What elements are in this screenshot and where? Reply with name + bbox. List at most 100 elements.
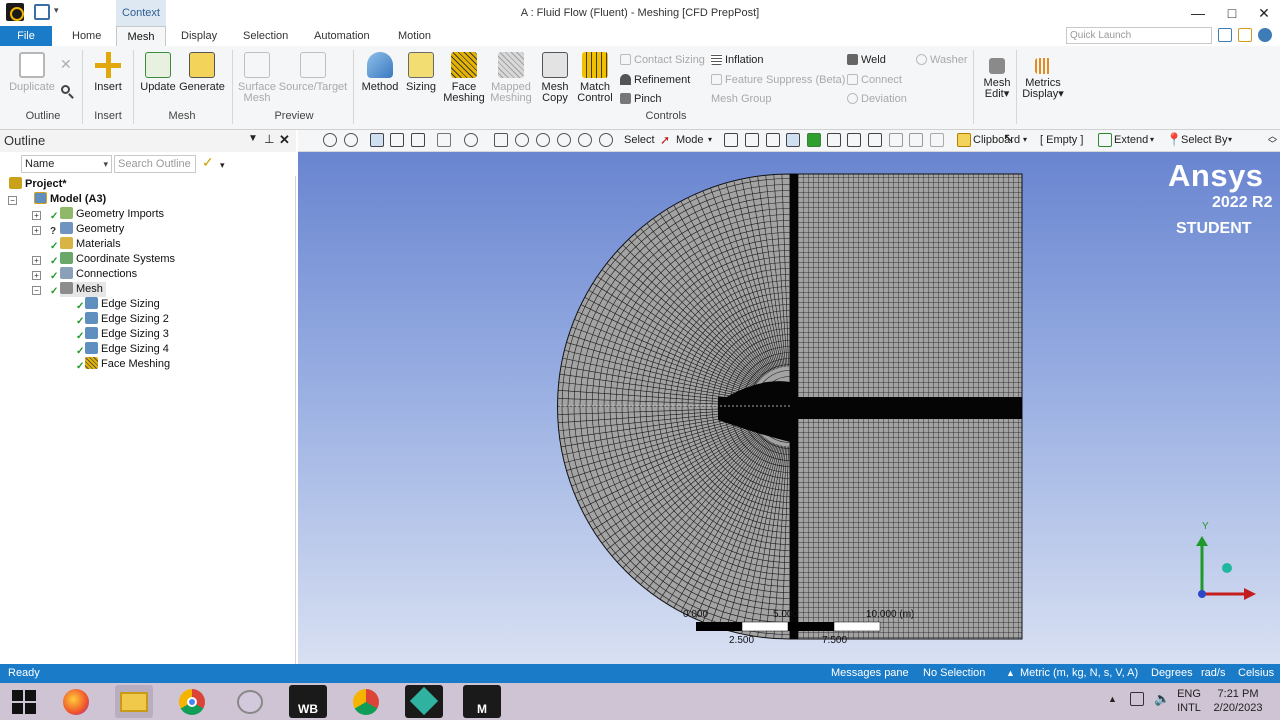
select-mesh-node-icon[interactable]: [807, 133, 821, 147]
extend-selection-icon[interactable]: [1098, 133, 1112, 147]
connect-button[interactable]: Connect: [847, 74, 902, 87]
help-icon[interactable]: [1258, 28, 1272, 42]
collapse-toggle[interactable]: −: [32, 286, 41, 295]
expand-toggle[interactable]: +: [32, 211, 41, 220]
messages-pane-button[interactable]: Messages pane: [831, 664, 909, 683]
tab-mesh[interactable]: Mesh: [116, 26, 166, 46]
zoom-to-fit-icon[interactable]: [557, 133, 571, 147]
tree-item-model[interactable]: Model (A3): [34, 192, 106, 207]
close-button[interactable]: ✕: [1248, 2, 1280, 24]
save-icon[interactable]: [34, 4, 50, 20]
tab-motion[interactable]: Motion: [388, 26, 441, 46]
chrome-icon[interactable]: [173, 685, 211, 718]
method-button[interactable]: Method: [358, 52, 402, 93]
zoom-out-icon[interactable]: [344, 133, 358, 147]
deviation-button[interactable]: Deviation: [847, 93, 907, 106]
named-selection-icon[interactable]: [868, 133, 882, 147]
collapse-toggle[interactable]: −: [8, 196, 17, 205]
mapped-meshing-button[interactable]: Mapped Meshing: [488, 52, 534, 104]
iso-view-icon[interactable]: [370, 133, 384, 147]
face-meshing-button[interactable]: Face Meshing: [442, 52, 486, 104]
tree-item-edge-sizing-2[interactable]: Edge Sizing 2: [85, 312, 169, 327]
select-vertex-icon[interactable]: [724, 133, 738, 147]
search-outline-input[interactable]: Search Outline: [114, 155, 196, 173]
source-target-button[interactable]: Source/Target: [278, 52, 348, 93]
pan-icon[interactable]: [494, 133, 508, 147]
windows-start-icon[interactable]: [12, 690, 36, 714]
zoom-in-icon[interactable]: [323, 133, 337, 147]
clock[interactable]: 7:21 PM 2/20/2023: [1210, 687, 1266, 715]
view-icon[interactable]: [390, 133, 404, 147]
tree-item-project[interactable]: Project*: [9, 177, 67, 192]
quick-access-dropdown-icon[interactable]: ▾: [54, 5, 59, 16]
language-indicator[interactable]: ENG INTL: [1172, 687, 1206, 715]
extend-button[interactable]: Extend: [1114, 133, 1148, 147]
mode-dropdown[interactable]: Mode: [676, 133, 704, 147]
select-element-icon[interactable]: [847, 133, 861, 147]
pin-icon[interactable]: ⊥: [264, 132, 274, 146]
zoom-icon[interactable]: [515, 133, 529, 147]
minimize-button[interactable]: —: [1182, 2, 1214, 24]
panel-menu-icon[interactable]: ▼: [248, 133, 258, 144]
tree-item-materials[interactable]: Materials: [60, 237, 121, 252]
select-by-button[interactable]: Select By: [1181, 133, 1227, 147]
tree-item-mesh[interactable]: Mesh: [60, 282, 106, 297]
expand-toggle[interactable]: +: [32, 271, 41, 280]
contact-sizing-button[interactable]: Contact Sizing: [620, 54, 705, 67]
mesh-canvas[interactable]: [298, 152, 1280, 664]
file-explorer-icon[interactable]: [115, 685, 153, 718]
tree-item-connections[interactable]: Connections: [60, 267, 137, 282]
maximize-button[interactable]: □: [1216, 2, 1248, 24]
tree-item-geometry[interactable]: Geometry: [60, 222, 124, 237]
panel-close-icon[interactable]: ✕: [279, 132, 290, 148]
ansys-workbench-icon[interactable]: WB: [289, 685, 327, 718]
duplicate-button[interactable]: Duplicate: [6, 52, 58, 93]
ansys-meshing-icon[interactable]: M: [463, 685, 501, 718]
metrics-display-button[interactable]: Metrics Display▾: [1020, 52, 1066, 100]
tree-item-edge-sizing-3[interactable]: Edge Sizing 3: [85, 327, 169, 342]
firefox-icon[interactable]: [57, 685, 95, 718]
tray-overflow-icon[interactable]: ▲: [1108, 694, 1117, 704]
screen-recorder-icon[interactable]: [405, 685, 443, 718]
paint-icon[interactable]: [231, 685, 269, 718]
select-button[interactable]: Select: [624, 133, 655, 147]
toolbar-overflow-icon[interactable]: ︿ ﹀: [1268, 132, 1277, 149]
rotate-icon[interactable]: [464, 133, 478, 147]
surface-mesh-button[interactable]: Surface Mesh: [236, 52, 278, 104]
tab-display[interactable]: Display: [171, 26, 227, 46]
select-face-icon[interactable]: [766, 133, 780, 147]
select-element-face-icon[interactable]: [827, 133, 841, 147]
insert-button[interactable]: Insert: [88, 52, 128, 93]
fit-view-icon[interactable]: [411, 133, 425, 147]
speaker-icon[interactable]: 🔈: [1154, 691, 1170, 707]
clipboard-icon[interactable]: [957, 133, 971, 147]
feature-suppress-button[interactable]: Feature Suppress (Beta): [711, 74, 845, 87]
delete-icon[interactable]: ✕: [60, 56, 72, 73]
select-by-icon[interactable]: 📍: [1166, 132, 1182, 148]
mesh-copy-button[interactable]: Mesh Copy: [536, 52, 574, 104]
search-icon[interactable]: [60, 84, 74, 99]
temperature-units[interactable]: Celsius: [1238, 664, 1274, 683]
tree-item-edge-sizing[interactable]: Edge Sizing: [85, 297, 160, 312]
zoom-window-icon[interactable]: [599, 133, 613, 147]
tree-item-edge-sizing-4[interactable]: Edge Sizing 4: [85, 342, 169, 357]
sketch-icon[interactable]: [909, 133, 923, 147]
chrome-profile-icon[interactable]: [347, 685, 385, 718]
home-icon[interactable]: [1218, 28, 1232, 42]
pinch-button[interactable]: Pinch: [620, 93, 662, 106]
tag-icon[interactable]: [1238, 28, 1252, 42]
expand-toggle[interactable]: +: [32, 256, 41, 265]
tab-file[interactable]: File: [0, 26, 52, 46]
units-dropdown-icon[interactable]: ▲: [1006, 664, 1015, 683]
ansys-app-icon[interactable]: [6, 3, 24, 21]
tab-selection[interactable]: Selection: [233, 26, 298, 46]
refinement-button[interactable]: Refinement: [620, 74, 690, 87]
triad-rotation-sphere[interactable]: [1222, 563, 1232, 573]
window-icon[interactable]: [437, 133, 451, 147]
match-control-button[interactable]: Match Control: [575, 52, 615, 104]
generate-button[interactable]: Generate: [178, 52, 226, 93]
mode-dropdown-icon[interactable]: ▾: [708, 135, 712, 144]
tree-item-coordinate-systems[interactable]: Coordinate Systems: [60, 252, 175, 267]
tab-home[interactable]: Home: [62, 26, 111, 46]
expand-toggle[interactable]: +: [32, 226, 41, 235]
